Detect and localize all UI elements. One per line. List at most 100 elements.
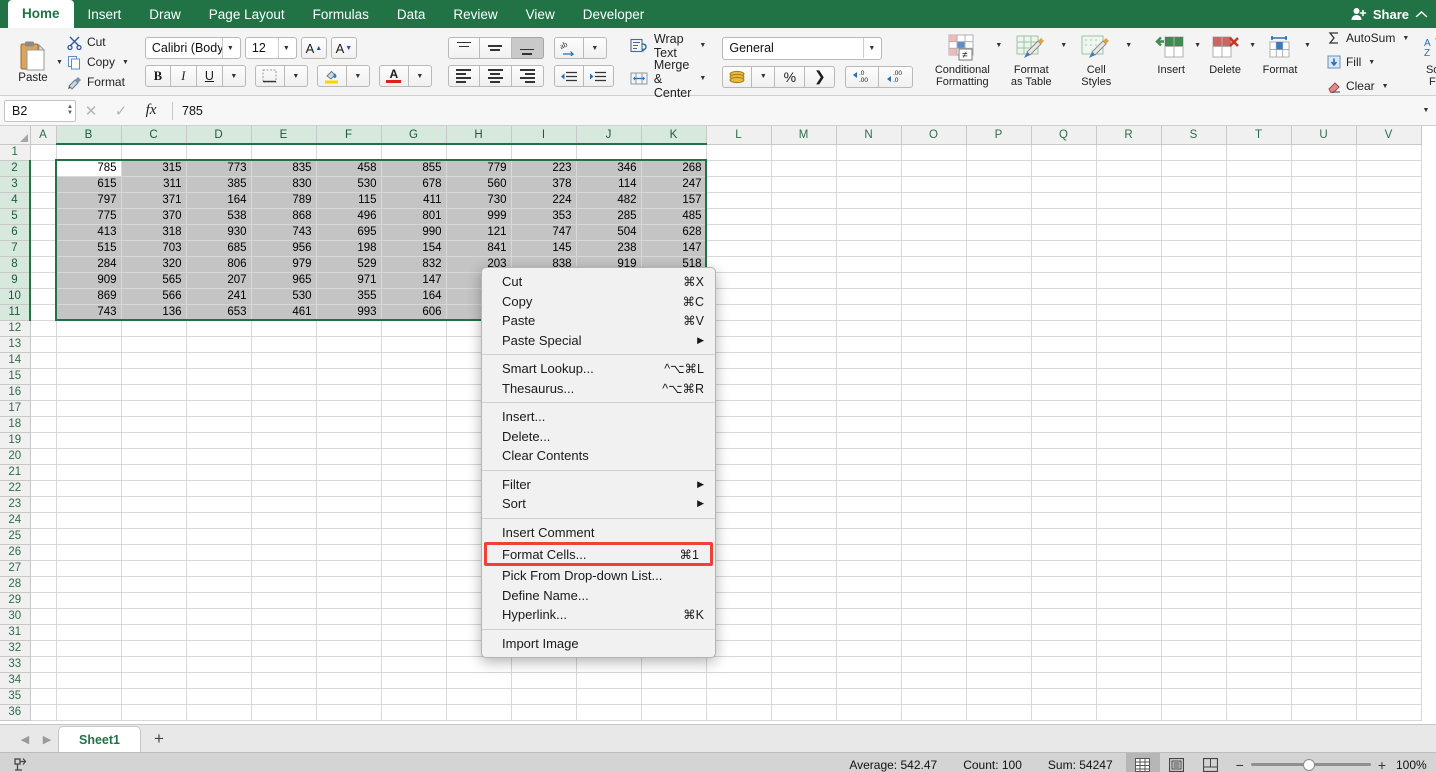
cell-A26[interactable] xyxy=(30,544,56,560)
cell-M17[interactable] xyxy=(771,400,836,416)
column-header-H[interactable]: H xyxy=(446,126,511,144)
wrap-text-dropdown-icon[interactable]: ▼ xyxy=(699,42,706,49)
chevron-down-icon[interactable]: ▼ xyxy=(863,38,879,58)
cell-C4[interactable]: 371 xyxy=(121,192,186,208)
cell-G25[interactable] xyxy=(381,528,446,544)
cell-O10[interactable] xyxy=(901,288,966,304)
cell-B8[interactable]: 284 xyxy=(56,256,121,272)
cell-M31[interactable] xyxy=(771,624,836,640)
cell-U8[interactable] xyxy=(1291,256,1356,272)
cell-R12[interactable] xyxy=(1096,320,1161,336)
cell-F24[interactable] xyxy=(316,512,381,528)
menu-item-import-image[interactable]: Import Image xyxy=(482,634,715,654)
cell-U25[interactable] xyxy=(1291,528,1356,544)
cell-A17[interactable] xyxy=(30,400,56,416)
cell-S26[interactable] xyxy=(1161,544,1226,560)
cell-D36[interactable] xyxy=(186,704,251,720)
cell-G28[interactable] xyxy=(381,576,446,592)
cell-R15[interactable] xyxy=(1096,368,1161,384)
menu-item-sort[interactable]: Sort▶ xyxy=(482,494,715,514)
cell-C11[interactable]: 136 xyxy=(121,304,186,320)
cell-D26[interactable] xyxy=(186,544,251,560)
cell-D28[interactable] xyxy=(186,576,251,592)
cell-P26[interactable] xyxy=(966,544,1031,560)
cell-B10[interactable]: 869 xyxy=(56,288,121,304)
cell-O5[interactable] xyxy=(901,208,966,224)
row-header-20[interactable]: 20 xyxy=(0,448,30,464)
cell-F2[interactable]: 458 xyxy=(316,160,381,176)
cell-V11[interactable] xyxy=(1356,304,1421,320)
cell-G12[interactable] xyxy=(381,320,446,336)
cell-B11[interactable]: 743 xyxy=(56,304,121,320)
cell-Q1[interactable] xyxy=(1031,144,1096,160)
cell-N21[interactable] xyxy=(836,464,901,480)
cell-H7[interactable]: 841 xyxy=(446,240,511,256)
cell-Q2[interactable] xyxy=(1031,160,1096,176)
cell-A1[interactable] xyxy=(30,144,56,160)
cell-K3[interactable]: 247 xyxy=(641,176,706,192)
cell-S14[interactable] xyxy=(1161,352,1226,368)
percent-format-button[interactable]: % xyxy=(775,66,805,88)
cell-T33[interactable] xyxy=(1226,656,1291,672)
cell-T20[interactable] xyxy=(1226,448,1291,464)
cell-U9[interactable] xyxy=(1291,272,1356,288)
cell-N30[interactable] xyxy=(836,608,901,624)
cell-G2[interactable]: 855 xyxy=(381,160,446,176)
cell-V16[interactable] xyxy=(1356,384,1421,400)
cell-D20[interactable] xyxy=(186,448,251,464)
cell-E35[interactable] xyxy=(251,688,316,704)
cell-O35[interactable] xyxy=(901,688,966,704)
cell-A8[interactable] xyxy=(30,256,56,272)
cell-D17[interactable] xyxy=(186,400,251,416)
cell-F28[interactable] xyxy=(316,576,381,592)
cell-U24[interactable] xyxy=(1291,512,1356,528)
cell-C10[interactable]: 566 xyxy=(121,288,186,304)
cell-N36[interactable] xyxy=(836,704,901,720)
cell-T13[interactable] xyxy=(1226,336,1291,352)
cell-T5[interactable] xyxy=(1226,208,1291,224)
column-header-A[interactable]: A xyxy=(30,126,56,144)
cell-K34[interactable] xyxy=(641,672,706,688)
cell-J4[interactable]: 482 xyxy=(576,192,641,208)
cell-D16[interactable] xyxy=(186,384,251,400)
cell-B9[interactable]: 909 xyxy=(56,272,121,288)
row-header-31[interactable]: 31 xyxy=(0,624,30,640)
cell-F33[interactable] xyxy=(316,656,381,672)
fill-dropdown-icon[interactable]: ▼ xyxy=(1368,59,1375,66)
cell-F13[interactable] xyxy=(316,336,381,352)
cell-D18[interactable] xyxy=(186,416,251,432)
cell-E30[interactable] xyxy=(251,608,316,624)
cell-S34[interactable] xyxy=(1161,672,1226,688)
cell-Q19[interactable] xyxy=(1031,432,1096,448)
ribbon-tab-review[interactable]: Review xyxy=(439,2,511,28)
cell-Q24[interactable] xyxy=(1031,512,1096,528)
cell-S1[interactable] xyxy=(1161,144,1226,160)
cell-V32[interactable] xyxy=(1356,640,1421,656)
cell-M29[interactable] xyxy=(771,592,836,608)
insert-cells-button[interactable]: Insert xyxy=(1148,30,1194,94)
row-header-25[interactable]: 25 xyxy=(0,528,30,544)
row-header-34[interactable]: 34 xyxy=(0,672,30,688)
cell-E8[interactable]: 979 xyxy=(251,256,316,272)
cell-U19[interactable] xyxy=(1291,432,1356,448)
cell-P29[interactable] xyxy=(966,592,1031,608)
cell-G21[interactable] xyxy=(381,464,446,480)
cell-Q5[interactable] xyxy=(1031,208,1096,224)
cell-S36[interactable] xyxy=(1161,704,1226,720)
cell-D35[interactable] xyxy=(186,688,251,704)
cell-U31[interactable] xyxy=(1291,624,1356,640)
cell-Q36[interactable] xyxy=(1031,704,1096,720)
cell-O19[interactable] xyxy=(901,432,966,448)
cell-V2[interactable] xyxy=(1356,160,1421,176)
cell-P17[interactable] xyxy=(966,400,1031,416)
cell-V15[interactable] xyxy=(1356,368,1421,384)
cell-E19[interactable] xyxy=(251,432,316,448)
cell-N5[interactable] xyxy=(836,208,901,224)
paste-button[interactable]: Paste xyxy=(10,41,56,84)
cell-J1[interactable] xyxy=(576,144,641,160)
cell-C34[interactable] xyxy=(121,672,186,688)
cell-M36[interactable] xyxy=(771,704,836,720)
cell-B34[interactable] xyxy=(56,672,121,688)
cell-S29[interactable] xyxy=(1161,592,1226,608)
cell-B16[interactable] xyxy=(56,384,121,400)
